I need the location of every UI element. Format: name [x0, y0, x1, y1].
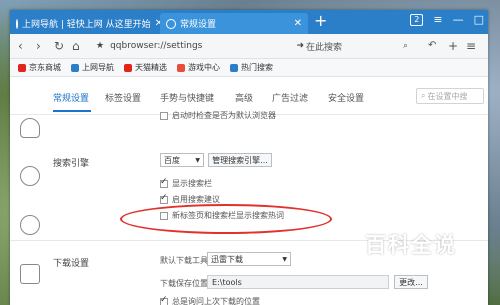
download-tool-label: 默认下载工具 — [160, 256, 208, 265]
navigation-icon — [71, 63, 79, 72]
new-tab-button[interactable]: + — [314, 12, 327, 30]
download-tool-select[interactable]: 迅雷下载 ▼ — [207, 252, 291, 266]
close-icon[interactable]: ✕ — [294, 18, 302, 29]
menu-icon[interactable]: ≡ — [433, 13, 442, 26]
bookmark-label: 天猫精选 — [135, 63, 167, 72]
bookmark-label: 热门搜索 — [241, 63, 273, 72]
watermark: 百科全说 助你轻松解决 — [347, 225, 485, 285]
search-icon: ⌕ — [421, 91, 426, 100]
search-box[interactable]: 在此搜索 ⌕ — [306, 38, 408, 54]
bookmark-label: 京东商城 — [29, 63, 61, 72]
game-icon — [177, 63, 185, 72]
navigation-bar: ‹ › ↻ ⌂ ★ qqbrowser://settings ➜ 在此搜索 ⌕ … — [10, 34, 488, 59]
tab-general[interactable]: 常规设置 — [53, 91, 89, 104]
clock-icon — [20, 166, 40, 186]
hot-search-icon — [230, 63, 238, 72]
bookmark-tmall[interactable]: 天猫精选 — [124, 62, 167, 73]
bookmark-jd[interactable]: 京东商城 — [18, 62, 61, 73]
default-browser-check[interactable]: 启动时检查是否为默认浏览器 — [160, 110, 276, 121]
tab-navigation[interactable]: 上网导航 | 轻快上网 从这里开始 ✕ — [10, 13, 163, 34]
tab-gestures[interactable]: 手势与快捷键 — [160, 91, 214, 104]
checkbox[interactable] — [160, 177, 168, 188]
checkbox-label: 显示搜索栏 — [172, 179, 212, 188]
home-icon[interactable]: ⌂ — [72, 39, 80, 53]
bookmark-games[interactable]: 游戏中心 — [177, 62, 220, 73]
download-path-label: 下载保存位置 — [160, 279, 208, 288]
chevron-down-icon: ▼ — [282, 255, 287, 263]
arrow-icon[interactable]: ➜ — [296, 41, 304, 51]
tab-navigation-label: 上网导航 | 轻快上网 从这里开始 — [22, 20, 151, 30]
tab-settings-label: 常规设置 — [180, 20, 217, 30]
chevron-down-icon: ▼ — [195, 156, 200, 164]
window-controls: 2 ≡ — □ — [410, 13, 484, 26]
undo-icon[interactable]: ↶ — [428, 39, 436, 53]
search-placeholder: 在此搜索 — [306, 42, 343, 53]
checkbox-label: 总是询问上次下载的位置 — [172, 297, 260, 305]
browser-logo-icon — [166, 18, 176, 29]
checkbox[interactable] — [160, 111, 168, 120]
bookmarks-bar: 京东商城 上网导航 天猫精选 游戏中心 热门搜索 — [10, 59, 488, 77]
address-bar[interactable]: ★ qqbrowser://settings ➜ — [96, 38, 304, 54]
download-tool-value: 迅雷下载 — [211, 254, 243, 264]
bookmark-hot-search[interactable]: 热门搜索 — [230, 62, 273, 73]
manage-search-engines-button[interactable]: 管理搜索引擎... — [208, 153, 272, 167]
tab-security[interactable]: 安全设置 — [328, 91, 364, 104]
shirt-icon — [20, 264, 40, 284]
tmall-icon — [124, 63, 132, 72]
address-url: qqbrowser://settings — [110, 41, 203, 51]
add-icon[interactable]: + — [448, 39, 458, 53]
refresh-icon[interactable]: ↻ — [54, 39, 64, 53]
highlight-annotation — [120, 204, 332, 234]
search-engine-value: 百度 — [164, 155, 180, 165]
ask-download-location-option[interactable]: 总是询问上次下载的位置 — [160, 295, 260, 305]
menu-icon[interactable]: ≡ — [466, 39, 476, 53]
tab-count-badge[interactable]: 2 — [410, 13, 424, 26]
back-icon[interactable]: ‹ — [18, 39, 23, 53]
checkbox-label: 启动时检查是否为默认浏览器 — [172, 111, 276, 120]
bookmark-navigation[interactable]: 上网导航 — [71, 62, 114, 73]
watermark-subtitle: 助你轻松解决 — [369, 263, 454, 277]
tab-bar: 上网导航 | 轻快上网 从这里开始 ✕ 常规设置 ✕ + 2 ≡ — □ — [10, 10, 488, 34]
user-icon — [20, 118, 40, 138]
show-search-bar-option[interactable]: 显示搜索栏 — [160, 177, 212, 189]
active-tab-indicator — [53, 110, 91, 112]
browser-logo-icon — [16, 18, 18, 29]
search-icon[interactable]: ⌕ — [403, 41, 408, 51]
bookmark-label: 游戏中心 — [188, 63, 220, 72]
bookmark-label: 上网导航 — [82, 63, 114, 72]
maximize-icon[interactable]: □ — [474, 13, 484, 26]
tab-tabs[interactable]: 标签设置 — [105, 91, 141, 104]
settings-search-placeholder: 在设置中搜 — [427, 91, 468, 101]
jd-icon — [18, 63, 26, 72]
watermark-title: 百科全说 — [365, 233, 457, 257]
tab-settings[interactable]: 常规设置 ✕ — [160, 13, 308, 34]
checkbox[interactable] — [160, 295, 168, 305]
minimize-icon[interactable]: — — [453, 13, 464, 26]
forward-icon[interactable]: › — [36, 39, 41, 53]
globe-icon — [20, 215, 40, 235]
search-engine-select[interactable]: 百度 ▼ — [160, 153, 204, 167]
checkbox[interactable] — [160, 193, 168, 204]
tab-advanced[interactable]: 高级 — [235, 91, 253, 104]
star-icon[interactable]: ★ — [96, 41, 104, 51]
tab-ad-filter[interactable]: 广告过滤 — [272, 91, 308, 104]
search-engine-title: 搜索引擎 — [53, 159, 90, 169]
download-title: 下载设置 — [53, 259, 90, 269]
settings-search-input[interactable]: ⌕ 在设置中搜 — [416, 88, 484, 104]
